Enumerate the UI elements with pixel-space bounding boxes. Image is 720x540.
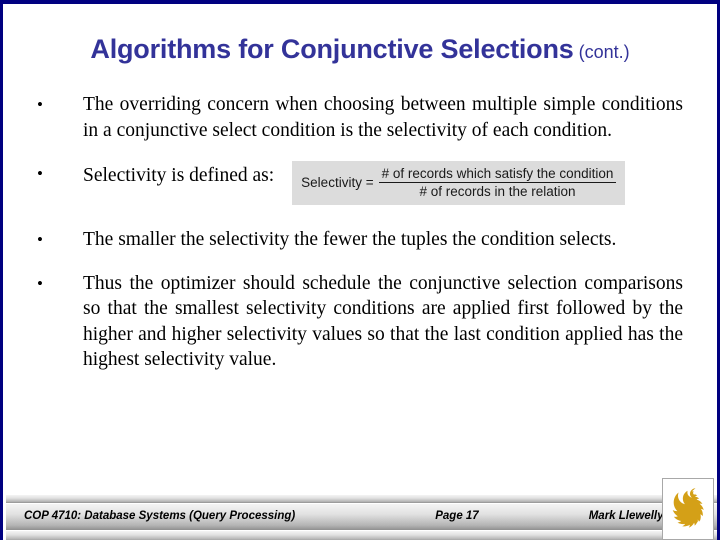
bullet-item-2: • Selectivity is defined as: Selectivity… — [33, 161, 683, 205]
bullet-item-1: • The overriding concern when choosing b… — [33, 92, 683, 143]
formula-left-hand-side: Selectivity = — [301, 175, 374, 190]
bullet-marker-icon: • — [37, 230, 43, 249]
footer-bar-bottom — [6, 530, 717, 540]
slide-footer: COP 4710: Database Systems (Query Proces… — [6, 478, 717, 540]
bullet-marker-icon: • — [37, 273, 43, 293]
presentation-slide: Algorithms for Conjunctive Selections (co… — [0, 0, 720, 540]
bullet-marker-icon: • — [37, 164, 43, 183]
formula-denominator: # of records in the relation — [419, 184, 576, 199]
slide-title: Algorithms for Conjunctive Selections (co… — [3, 34, 717, 65]
footer-text-row: COP 4710: Database Systems (Query Proces… — [6, 503, 717, 529]
slide-body: • The overriding concern when choosing b… — [33, 92, 683, 391]
bullet-item-3: • The smaller the selectivity the fewer … — [33, 227, 683, 253]
bullet-text-2: Selectivity is defined as: — [83, 165, 275, 186]
bullet-text-3: The smaller the selectivity the fewer th… — [83, 229, 617, 250]
slide-title-suffix: (cont.) — [578, 42, 630, 62]
formula-numerator: # of records which satisfy the condition — [381, 166, 614, 181]
selectivity-formula-image: Selectivity = # of records which satisfy… — [292, 161, 626, 205]
footer-course-label: COP 4710: Database Systems (Query Proces… — [24, 510, 296, 522]
bullet-marker-icon: • — [37, 95, 43, 114]
formula-fraction: # of records which satisfy the condition… — [378, 166, 617, 199]
footer-page-number: Page 17 — [435, 510, 479, 522]
bullet-text-4: Thus the optimizer should schedule the c… — [83, 272, 683, 371]
ucf-pegasus-logo — [662, 478, 714, 540]
bullet-item-4: • Thus the optimizer should schedule the… — [33, 271, 683, 373]
bullet-text-1: The overriding concern when choosing bet… — [83, 94, 683, 141]
pegasus-icon — [672, 488, 704, 528]
footer-bar-top — [6, 494, 717, 503]
slide-title-main: Algorithms for Conjunctive Selections — [90, 34, 574, 64]
